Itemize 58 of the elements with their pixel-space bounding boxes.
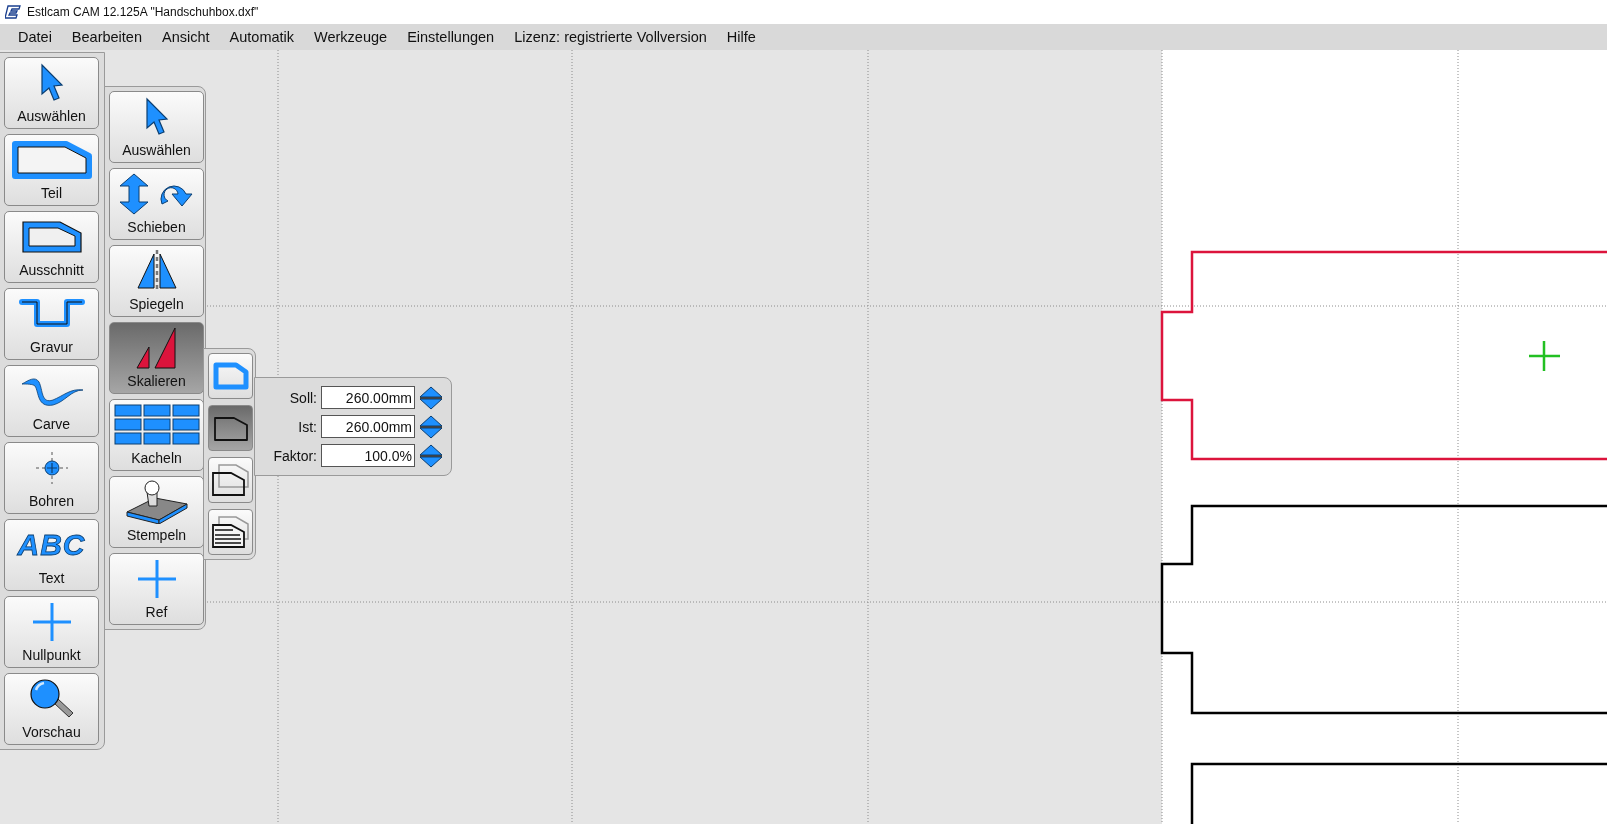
shape-lines-icon — [210, 515, 251, 549]
move-rotate-icon — [117, 173, 196, 215]
shape-outline-icon — [211, 361, 250, 391]
menu-item[interactable]: Einstellungen — [397, 29, 505, 45]
app-logo-icon — [5, 5, 21, 19]
tool-button[interactable]: Gravur — [4, 288, 99, 360]
scope-button[interactable] — [208, 509, 253, 555]
text-tool-glyph: ABC — [17, 528, 86, 562]
menu-item[interactable]: Datei — [8, 29, 62, 45]
field-label: Soll: — [288, 389, 317, 406]
engrave-groove-icon — [18, 298, 85, 330]
spinner-button[interactable] — [419, 414, 443, 439]
part-contour[interactable] — [1190, 762, 1607, 824]
menu-item[interactable]: Werkzeuge — [304, 29, 398, 45]
field-label: Ist: — [297, 418, 317, 435]
arrow-cursor-icon — [38, 63, 65, 103]
window-title: Estlcam CAM 12.125A "Handschuhbox.dxf" — [27, 5, 259, 19]
cutout-shape-icon — [19, 219, 84, 255]
scope-button[interactable] — [208, 457, 253, 503]
tool-button[interactable]: ABC Text — [4, 519, 99, 591]
tool-button[interactable]: Spiegeln — [109, 245, 204, 317]
tool-button[interactable]: Kacheln — [109, 399, 204, 471]
scope-button[interactable] — [208, 405, 253, 451]
menu-item[interactable]: Lizenz: registrierte Vollversion — [504, 29, 717, 45]
tool-button[interactable]: Bohren — [4, 442, 99, 514]
mirror-triangles-icon — [134, 250, 179, 292]
tool-button[interactable]: Auswählen — [4, 57, 99, 129]
tool-button[interactable]: Ausschnitt — [4, 211, 99, 283]
tool-button[interactable]: Teil — [4, 134, 99, 206]
tool-button[interactable]: Vorschau — [4, 673, 99, 745]
tool-button[interactable]: Stempeln — [109, 476, 204, 548]
tool-button[interactable]: Auswählen — [109, 91, 204, 163]
tool-button[interactable]: Schieben — [109, 168, 204, 240]
tool-button[interactable]: Ref — [109, 553, 204, 625]
tool-button[interactable]: Nullpunkt — [4, 596, 99, 668]
menu-item[interactable]: Ansicht — [152, 29, 220, 45]
drill-target-icon — [34, 451, 69, 485]
part-center-cross — [1527, 339, 1562, 373]
tile-grid-icon — [113, 404, 200, 446]
spinner-button[interactable] — [419, 443, 443, 468]
input-field[interactable]: 100.0% — [321, 444, 415, 467]
scale-triangles-icon — [134, 326, 179, 370]
tool-button[interactable]: Skalieren — [109, 322, 204, 394]
part-outline-icon — [9, 139, 94, 181]
plus-icon — [136, 559, 177, 599]
field-label: Faktor: — [272, 447, 317, 464]
magnifier-icon — [27, 678, 76, 720]
menu-item[interactable]: Automatik — [219, 29, 305, 45]
arrow-cursor-icon — [143, 97, 170, 137]
spinner-button[interactable] — [419, 385, 443, 410]
tool-button[interactable]: Carve — [4, 365, 99, 437]
menu-item[interactable]: Bearbeiten — [61, 29, 152, 45]
input-field[interactable]: 260.00mm — [321, 415, 415, 438]
menu-item[interactable]: Hilfe — [716, 29, 766, 45]
part-contour[interactable] — [1160, 504, 1607, 715]
plus-icon — [31, 602, 72, 642]
stacked-shapes-icon — [210, 463, 251, 497]
input-field[interactable]: 260.00mm — [321, 386, 415, 409]
